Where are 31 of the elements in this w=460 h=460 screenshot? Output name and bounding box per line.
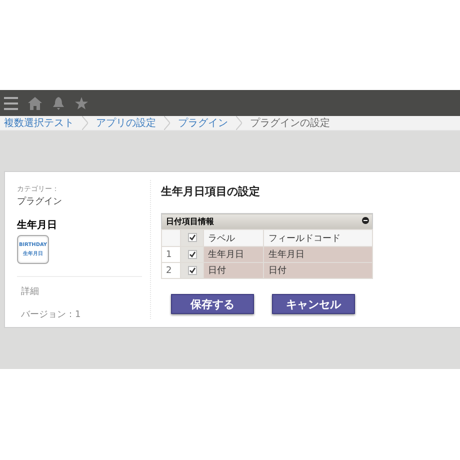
breadcrumb-current: プラグインの設定 [250, 116, 330, 130]
settings-title: 生年月日項目の設定 [161, 184, 261, 199]
collapse-icon[interactable] [362, 217, 369, 224]
chevron-icon [82, 116, 88, 130]
save-button[interactable]: 保存する [171, 294, 254, 314]
home-icon[interactable] [28, 96, 42, 110]
checkbox[interactable] [188, 250, 196, 259]
details-label: 詳細 [21, 286, 40, 298]
star-icon[interactable] [75, 96, 88, 110]
chevron-icon [236, 116, 242, 130]
cancel-button[interactable]: キャンセル [272, 294, 355, 314]
plugin-name: 生年月日 [17, 218, 58, 232]
bell-icon[interactable] [52, 96, 65, 110]
table-title: 日付項目情報 [166, 217, 214, 226]
chevron-icon [164, 116, 170, 130]
menu-icon[interactable] [4, 96, 18, 110]
checkbox[interactable] [188, 233, 196, 242]
table-cell: 生年月日 [204, 246, 264, 262]
table-cell: 生年月日 [264, 246, 372, 262]
row-number: 1 [162, 246, 180, 262]
breadcrumb-link[interactable]: アプリの設定 [96, 116, 156, 130]
column-header: ラベル [204, 230, 264, 246]
checkbox[interactable] [188, 266, 196, 275]
column-header: フィールドコード [264, 230, 372, 246]
table-cell: 日付 [204, 262, 264, 278]
table-cell: 日付 [264, 262, 372, 278]
row-number: 2 [162, 262, 180, 278]
version-text: バージョン：1 [21, 309, 82, 321]
category-value: プラグイン [17, 195, 63, 208]
breadcrumb-link[interactable]: 複数選択テスト [4, 116, 74, 130]
breadcrumb-link[interactable]: プラグイン [178, 116, 228, 130]
